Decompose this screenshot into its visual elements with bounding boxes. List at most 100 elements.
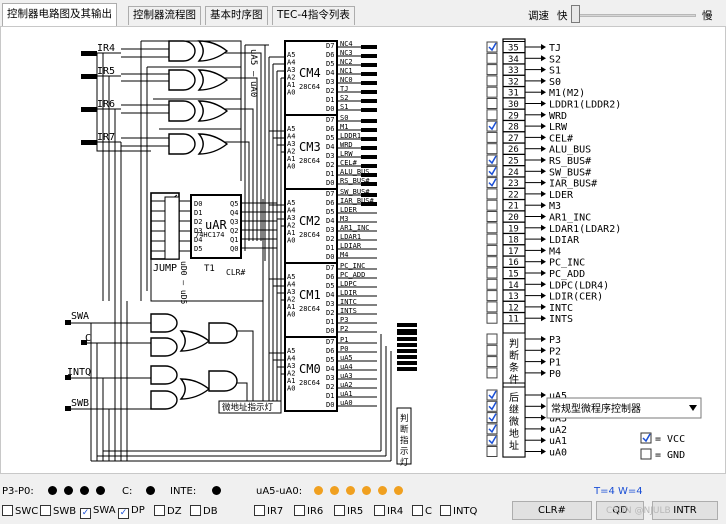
checkbox-box[interactable] bbox=[2, 505, 13, 516]
p-leds bbox=[48, 486, 112, 498]
tab-instructions[interactable]: TEC-4指令列表 bbox=[272, 6, 355, 25]
rom-data-pin: D2 bbox=[326, 161, 334, 169]
micro-output-checkbox[interactable] bbox=[486, 188, 498, 200]
output-terminal bbox=[361, 146, 377, 150]
arrow-icon bbox=[541, 258, 546, 265]
arrow-icon bbox=[541, 425, 546, 432]
micro-output-label: S0 bbox=[549, 77, 561, 88]
controller-select[interactable]: 常规型微程序控制器 bbox=[546, 397, 702, 419]
switch-swb[interactable]: SWB bbox=[40, 505, 76, 517]
micro-output-checkbox[interactable] bbox=[486, 301, 498, 313]
checkbox-box[interactable] bbox=[294, 505, 305, 516]
micro-output-checkbox[interactable] bbox=[486, 109, 498, 121]
output-terminal bbox=[361, 108, 377, 112]
micro-output-checkbox[interactable] bbox=[486, 143, 498, 155]
micro-output-checkbox[interactable] bbox=[486, 199, 498, 211]
switch-intq[interactable]: INTQ bbox=[440, 505, 477, 517]
clr-button[interactable]: CLR# bbox=[512, 501, 592, 520]
swb-label: SWB bbox=[71, 398, 89, 409]
micro-output-checkbox[interactable] bbox=[486, 86, 498, 98]
micro-output-checkbox[interactable] bbox=[486, 75, 498, 87]
uar-output-pin: Q4 bbox=[230, 209, 238, 217]
rom-data-pin: D3 bbox=[326, 300, 334, 308]
micro-output-checkbox[interactable] bbox=[486, 267, 498, 279]
rom-name: CM1 bbox=[299, 288, 321, 302]
arrow-icon bbox=[541, 303, 546, 310]
ua-leds bbox=[314, 486, 410, 498]
speed-slider[interactable] bbox=[572, 14, 696, 17]
micro-output-checkbox[interactable] bbox=[486, 233, 498, 245]
switch-db[interactable]: DB bbox=[190, 505, 218, 517]
speed-slider-thumb[interactable] bbox=[571, 5, 580, 23]
switch-swc[interactable]: SWC bbox=[2, 505, 38, 517]
checkbox-box[interactable]: ✓ bbox=[118, 508, 129, 519]
micro-output-checkbox[interactable] bbox=[486, 131, 498, 143]
led-p3 bbox=[48, 486, 57, 495]
output-terminal bbox=[397, 361, 417, 365]
rom-output-label: PC_INC bbox=[340, 262, 365, 270]
micro-output-num: 17 bbox=[508, 247, 519, 257]
switch-ir6[interactable]: IR6 bbox=[294, 505, 323, 517]
arrow-icon bbox=[541, 44, 546, 50]
rom-output-label: uA1 bbox=[340, 390, 353, 398]
micro-output-checkbox[interactable] bbox=[486, 211, 498, 222]
arrow-icon bbox=[541, 179, 546, 186]
judge-checkbox[interactable] bbox=[486, 356, 498, 368]
tab-circuit[interactable]: 控制器电路图及其输出 bbox=[2, 3, 117, 26]
led-ua4 bbox=[330, 486, 339, 495]
checkbox-box[interactable]: ✓ bbox=[80, 508, 91, 519]
switch-dp[interactable]: ✓ DP bbox=[118, 505, 145, 519]
uar-input-pin: D5 bbox=[194, 245, 202, 253]
output-terminal bbox=[397, 367, 417, 371]
checkbox-box[interactable] bbox=[154, 505, 165, 516]
switch-ir5[interactable]: IR5 bbox=[334, 505, 363, 517]
judge-checkbox[interactable] bbox=[486, 333, 498, 345]
micro-output-num: 33 bbox=[508, 66, 519, 76]
checkbox-box[interactable] bbox=[374, 505, 385, 516]
next-addr-checkbox[interactable] bbox=[486, 446, 498, 457]
judge-checkbox[interactable] bbox=[486, 367, 498, 379]
switch-c[interactable]: C bbox=[412, 505, 432, 517]
arrow-icon bbox=[541, 145, 546, 152]
rom-output-label: NC2 bbox=[340, 58, 353, 66]
checkbox-box[interactable] bbox=[440, 505, 451, 516]
judge-checkbox[interactable] bbox=[486, 344, 498, 356]
micro-output-checkbox[interactable] bbox=[486, 256, 498, 268]
micro-output-checkbox[interactable] bbox=[486, 98, 498, 109]
tab-flowchart[interactable]: 控制器流程图 bbox=[128, 6, 201, 25]
checkbox-box[interactable] bbox=[190, 505, 201, 516]
micro-output-checkbox[interactable] bbox=[486, 64, 498, 76]
micro-output-checkbox[interactable] bbox=[486, 312, 498, 324]
micro-output-label: IAR_BUS# bbox=[549, 179, 597, 190]
swa-label: SWA bbox=[71, 311, 89, 322]
checkbox-box[interactable] bbox=[254, 505, 265, 516]
checkbox-box[interactable] bbox=[40, 505, 51, 516]
rom-data-pin: D5 bbox=[326, 60, 334, 68]
switch-swa[interactable]: ✓ SWA bbox=[80, 505, 116, 519]
micro-output-checkbox[interactable] bbox=[486, 290, 498, 302]
switch-dz[interactable]: DZ bbox=[154, 505, 182, 517]
timing-info: T=4 W=4 bbox=[594, 486, 643, 497]
output-terminal bbox=[361, 90, 377, 94]
rom-data-pin: D0 bbox=[326, 401, 334, 409]
rom-output-label: NC1 bbox=[340, 67, 353, 75]
micro-output-checkbox[interactable] bbox=[486, 244, 498, 256]
micro-output-num: 20 bbox=[508, 213, 519, 223]
rom-output-label: LDPC bbox=[340, 280, 357, 288]
ua-status-label: uA5-uA0: bbox=[256, 486, 303, 497]
output-terminal bbox=[397, 329, 417, 333]
rom-data-pin: D2 bbox=[326, 309, 334, 317]
or-gate bbox=[197, 100, 229, 122]
micro-output-checkbox[interactable] bbox=[486, 52, 498, 64]
checkbox-box[interactable] bbox=[334, 505, 345, 516]
switch-ir7[interactable]: IR7 bbox=[254, 505, 283, 517]
tab-timing[interactable]: 基本时序图 bbox=[205, 6, 268, 25]
rom-part: 28C64 bbox=[299, 305, 320, 313]
switch-ir4[interactable]: IR4 bbox=[374, 505, 403, 517]
judge-output-label: P2 bbox=[549, 346, 561, 357]
micro-output-checkbox[interactable] bbox=[486, 222, 498, 234]
micro-output-checkbox[interactable] bbox=[486, 278, 498, 290]
arrow-icon bbox=[541, 100, 546, 107]
uar-output-pin: Q1 bbox=[230, 236, 238, 244]
checkbox-box[interactable] bbox=[412, 505, 423, 516]
